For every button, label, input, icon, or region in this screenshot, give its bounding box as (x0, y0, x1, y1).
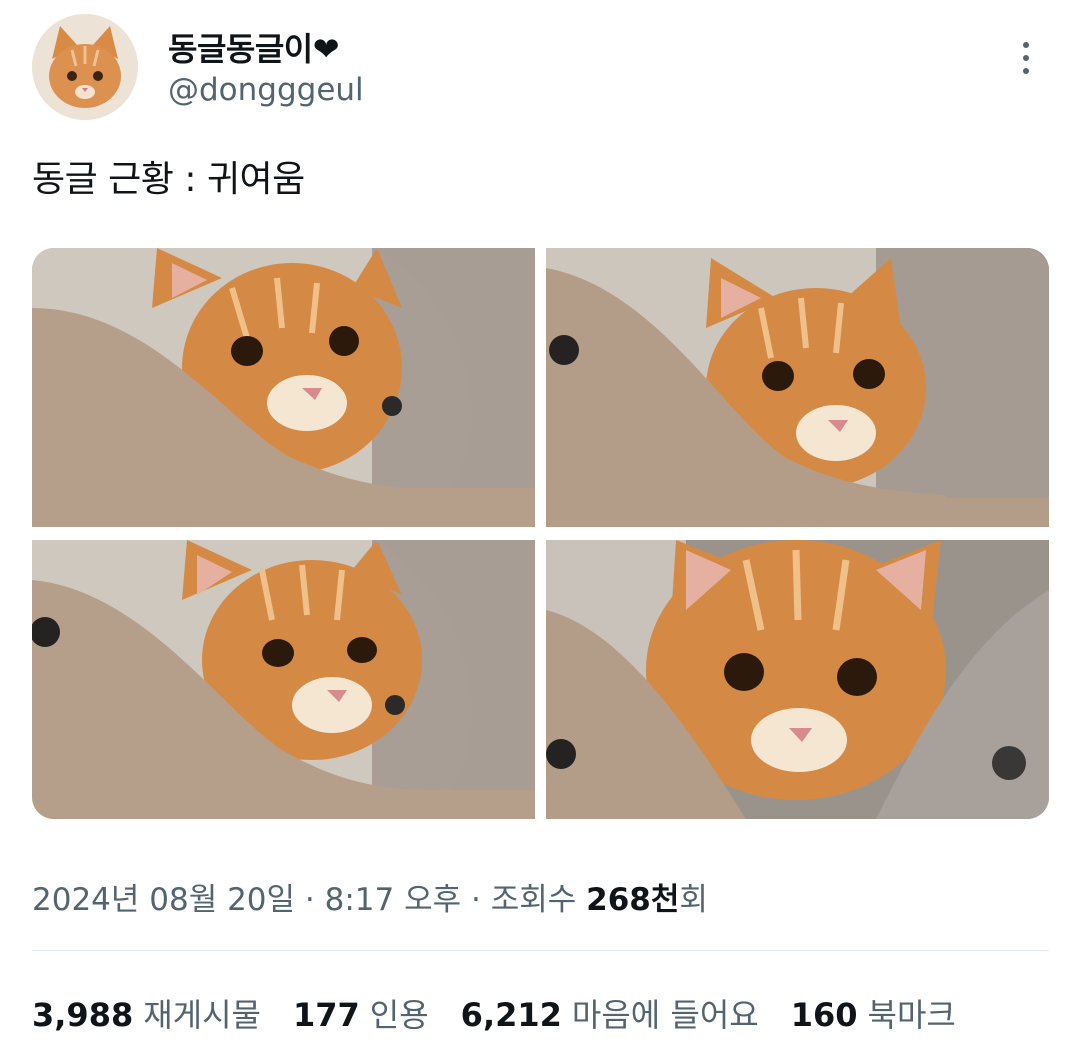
meta-separator: · (471, 882, 481, 918)
cat-photo-icon (32, 248, 535, 527)
views-count: 268천 (586, 882, 680, 918)
more-dot (1023, 42, 1029, 48)
quotes-count: 177 (292, 996, 360, 1034)
cat-photo-icon (546, 248, 1049, 527)
tweet-text: 동글 근황 : 귀여움 (32, 159, 305, 200)
bookmarks-count: 160 (790, 996, 858, 1034)
author-display-name[interactable]: 동글동글이❤ (168, 24, 340, 70)
photo-3[interactable] (32, 540, 535, 819)
cat-photo-icon (546, 540, 1049, 819)
photo-1[interactable] (32, 248, 535, 527)
more-dot (1023, 68, 1029, 74)
engagement-stats: 3,988 재게시물 177 인용 6,212 마음에 들어요 160 북마크 (32, 990, 956, 1036)
author-handle[interactable]: @dongggeul (168, 72, 364, 108)
avatar[interactable] (32, 14, 138, 120)
views-suffix: 회 (679, 882, 708, 918)
more-dot (1023, 55, 1029, 61)
stat-likes[interactable]: 6,212 마음에 들어요 (461, 990, 759, 1036)
divider (32, 950, 1049, 951)
tweet-date[interactable]: 2024년 08월 20일 (32, 882, 295, 918)
cat-photo-icon (32, 540, 535, 819)
likes-label: 마음에 들어요 (571, 996, 759, 1034)
stat-retweets[interactable]: 3,988 재게시물 (32, 990, 261, 1036)
photo-2[interactable] (546, 248, 1049, 527)
views-label: 조회수 (490, 882, 577, 918)
orange-cat-avatar-icon (32, 14, 138, 120)
tweet-meta: 2024년 08월 20일 · 8:17 오후 · 조회수 268천회 (32, 874, 708, 919)
media-grid (32, 248, 1049, 819)
photo-4[interactable] (546, 540, 1049, 819)
retweets-count: 3,988 (32, 996, 134, 1034)
quotes-label: 인용 (369, 996, 429, 1034)
stat-bookmarks[interactable]: 160 북마크 (791, 990, 956, 1036)
tweet-time[interactable]: 8:17 오후 (325, 882, 462, 918)
more-options-icon[interactable] (1012, 38, 1040, 78)
bookmarks-label: 북마크 (867, 996, 956, 1034)
likes-count: 6,212 (460, 996, 562, 1034)
retweets-label: 재게시물 (143, 996, 261, 1034)
meta-separator: · (304, 882, 315, 918)
stat-quotes[interactable]: 177 인용 (293, 990, 429, 1036)
